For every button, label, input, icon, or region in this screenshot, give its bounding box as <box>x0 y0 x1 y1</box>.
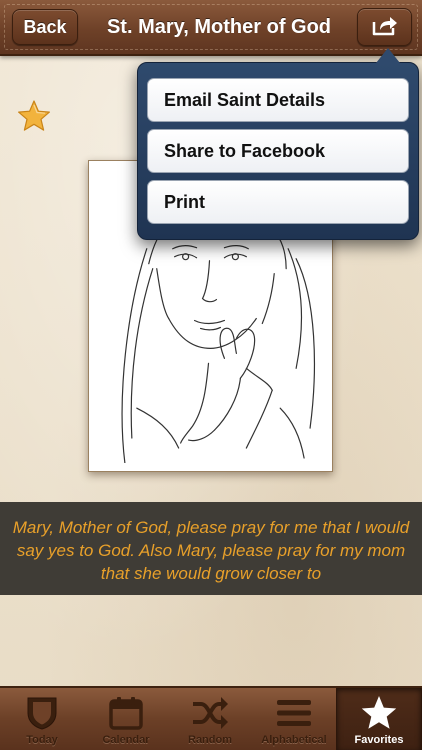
calendar-icon <box>107 694 145 732</box>
email-saint-details-button[interactable]: Email Saint Details <box>147 78 409 122</box>
back-button[interactable]: Back <box>12 9 78 45</box>
list-icon <box>275 694 313 732</box>
tab-calendar[interactable]: Calendar <box>84 688 168 750</box>
shield-icon <box>23 694 61 732</box>
share-menu-popover: Email Saint Details Share to Facebook Pr… <box>137 62 419 240</box>
tab-label: Random <box>188 734 232 746</box>
tab-today[interactable]: Today <box>0 688 84 750</box>
navigation-bar: Back St. Mary, Mother of God <box>0 0 422 56</box>
tab-label: Today <box>26 734 58 746</box>
tab-label: Calendar <box>102 734 150 746</box>
tab-label: Alphabetical <box>261 734 327 746</box>
prayer-text: Mary, Mother of God, please pray for me … <box>12 518 410 583</box>
tab-alphabetical[interactable]: Alphabetical <box>252 688 336 750</box>
tab-favorites[interactable]: Favorites <box>336 688 422 750</box>
tab-random[interactable]: Random <box>168 688 252 750</box>
share-icon <box>371 13 399 42</box>
page-title: St. Mary, Mother of God <box>106 15 332 38</box>
share-to-facebook-button[interactable]: Share to Facebook <box>147 129 409 173</box>
star-icon <box>360 694 398 732</box>
shuffle-icon <box>191 694 229 732</box>
share-button[interactable] <box>357 8 412 46</box>
tab-bar: Today Calendar Random Alphabetical Favor… <box>0 686 422 750</box>
favorite-star-icon[interactable] <box>17 99 51 133</box>
tab-label: Favorites <box>354 734 404 746</box>
prayer-intention: Mary, Mother of God, please pray for me … <box>0 502 422 595</box>
print-button[interactable]: Print <box>147 180 409 224</box>
popover-arrow <box>376 48 400 63</box>
